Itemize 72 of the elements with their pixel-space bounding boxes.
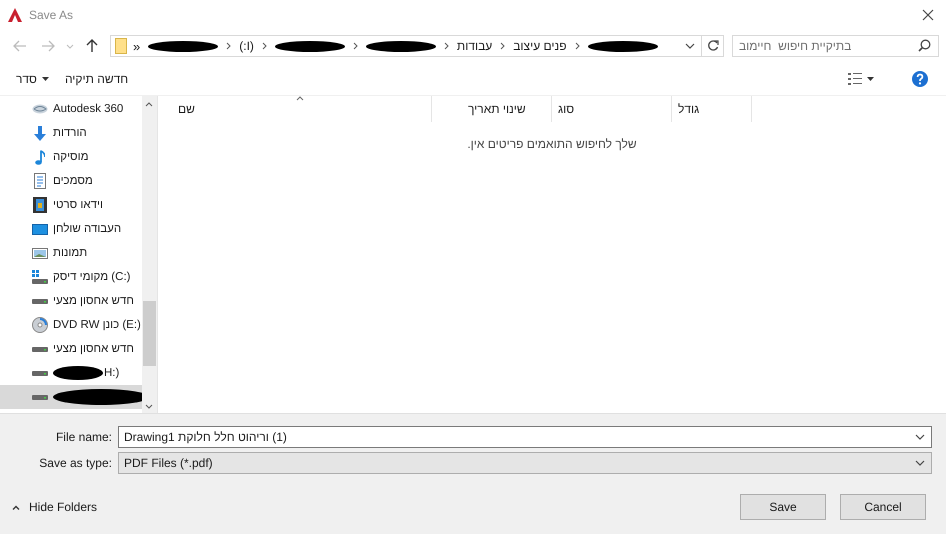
chevron-down-icon <box>915 434 925 440</box>
column-header[interactable]: גודל <box>672 96 752 122</box>
download-arrow-icon <box>33 126 47 140</box>
caret-down-icon <box>42 76 49 80</box>
navigation-item[interactable] <box>0 385 142 409</box>
empty-message: שלך לחיפוש התואמים פריטים אין. <box>466 137 638 151</box>
details-view-icon <box>848 72 862 84</box>
folder-icon <box>115 38 127 54</box>
window-title: Save As <box>29 8 74 22</box>
hide-folders-button[interactable]: Hide Folders <box>12 495 98 519</box>
drive-icon <box>32 298 48 304</box>
up-arrow-icon <box>86 39 98 53</box>
navigation-item[interactable]: חדש אחסון מצעי <box>0 337 142 361</box>
back-arrow-icon <box>13 40 27 52</box>
navigation-item[interactable]: H:) <box>0 361 142 385</box>
navigation-item[interactable]: וידאו סרטי <box>0 193 142 217</box>
refresh-icon <box>706 40 718 52</box>
chevron-icon <box>352 42 358 50</box>
field-label: Save as type: <box>38 456 113 470</box>
save-button[interactable]: Save <box>740 494 826 520</box>
close-icon <box>922 9 934 21</box>
chevron-icon <box>444 42 449 50</box>
new-folder-button[interactable]: חדשה תיקיה <box>56 66 136 90</box>
column-header[interactable]: סוג <box>552 96 672 122</box>
scroll-down-icon <box>145 404 153 409</box>
document-icon <box>34 173 46 189</box>
caret-icon <box>66 44 74 48</box>
scrollbar[interactable] <box>142 96 157 413</box>
drive-icon <box>32 346 48 352</box>
drive-icon <box>32 270 48 284</box>
navigation-item[interactable]: מסמכים <box>0 169 142 193</box>
music-note-icon <box>35 150 45 164</box>
scrollbar-thumb[interactable] <box>143 301 156 366</box>
chevron-icon <box>574 42 580 50</box>
breadcrumb[interactable]: עבודות <box>456 39 492 53</box>
search-icon <box>918 39 931 52</box>
film-icon <box>33 197 47 213</box>
disc-icon <box>32 317 48 333</box>
chevron-down-icon <box>685 43 695 49</box>
desktop-icon <box>32 224 48 234</box>
drive-icon <box>32 370 48 376</box>
navigation-item[interactable]: DVD RW כונן (E:) <box>0 313 142 337</box>
navigation-item[interactable]: חדש אחסון מצעי <box>0 289 142 313</box>
navigation-item[interactable]: מוסיקה <box>0 145 142 169</box>
breadcrumb[interactable]: פנים עיצוב <box>513 39 567 53</box>
breadcrumb[interactable]: (:I) <box>239 39 254 53</box>
file-type-dropdown[interactable]: PDF Files (*.pdf) <box>118 452 932 474</box>
search-field[interactable]: בתיקיית חיפוש חיימוב <box>732 35 939 57</box>
drive-icon <box>32 394 48 400</box>
caret-down-icon <box>867 76 874 80</box>
organize-menu-button[interactable]: סדר <box>8 66 57 90</box>
picture-icon <box>32 248 48 258</box>
navigation-item[interactable]: Autodesk 360 <box>0 97 142 121</box>
chevron-icon <box>226 42 232 50</box>
scroll-up-icon <box>145 102 153 107</box>
help-icon <box>912 70 928 86</box>
field-label: File name: <box>54 430 113 444</box>
file-name-field[interactable]: (1) וריהוט חלל חלוקת Drawing1 <box>118 426 932 448</box>
forward-arrow-icon <box>41 40 55 52</box>
cancel-button[interactable]: Cancel <box>840 494 926 520</box>
caret-up-icon <box>12 504 20 510</box>
navigation-item[interactable]: הורדות <box>0 121 142 145</box>
navigation-item[interactable]: מקומי דיסק (C:) <box>0 265 142 289</box>
navigation-item[interactable]: תמונות <box>0 241 142 265</box>
column-header[interactable]: שינוי תאריך <box>432 96 552 122</box>
overflow-chevron[interactable]: » <box>133 38 140 54</box>
chevron-icon <box>262 42 267 50</box>
app-logo-icon <box>8 8 22 22</box>
column-header[interactable]: שם <box>174 96 432 122</box>
chevron-down-icon <box>915 460 925 466</box>
navigation-item[interactable]: העבודה שולחן <box>0 217 142 241</box>
chevron-icon <box>500 42 506 50</box>
